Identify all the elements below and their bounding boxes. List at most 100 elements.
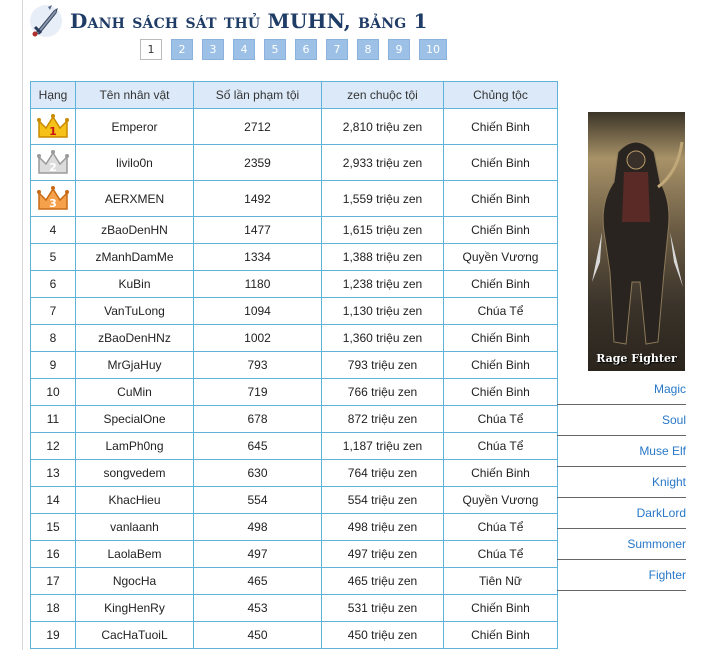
table-row: 13 songvedem 630 764 triệu zen Chiến Binh bbox=[30, 459, 558, 487]
svg-text:1: 1 bbox=[49, 125, 57, 138]
table-row: 5 zManhDamMe 1334 1,388 triệu zen Quyền Vươn… bbox=[30, 243, 558, 271]
crime-count-cell: 793 bbox=[193, 351, 322, 379]
race-cell: Chiến Binh bbox=[443, 270, 558, 298]
rank-cell: 14 bbox=[30, 486, 76, 514]
zen-cell: 2,810 triệu zen bbox=[321, 108, 444, 145]
race-cell: Chiến Binh bbox=[443, 621, 558, 649]
name-cell[interactable]: vanlaanh bbox=[75, 513, 194, 541]
page-link-2[interactable]: 2 bbox=[171, 39, 193, 60]
page-link-7[interactable]: 7 bbox=[326, 39, 348, 60]
page-link-10[interactable]: 10 bbox=[419, 39, 447, 60]
class-link-darklord[interactable]: DarkLord bbox=[557, 498, 686, 529]
table-row: 2 livilo0n 2359 2,933 triệu zen Chiến Binh bbox=[30, 144, 558, 181]
rank-cell: 9 bbox=[30, 351, 76, 379]
crime-count-cell: 2359 bbox=[193, 144, 322, 181]
killer-ranking-table: Hạng Tên nhân vật Số lần phạm tội zen ch… bbox=[30, 81, 558, 649]
rank-cell: 18 bbox=[30, 594, 76, 622]
table-row: 4 zBaoDenHN 1477 1,615 triệu zen Chiến Binh bbox=[30, 216, 558, 244]
zen-cell: 450 triệu zen bbox=[321, 621, 444, 649]
class-link-muse-elf[interactable]: Muse Elf bbox=[557, 436, 686, 467]
page-header: Danh sách sát thủ MUHN, bảng 1 bbox=[28, 2, 428, 40]
table-row: 12 LamPh0ng 645 1,187 triệu zen Chúa Tể bbox=[30, 432, 558, 460]
svg-text:2: 2 bbox=[49, 161, 57, 174]
rank-cell: 8 bbox=[30, 324, 76, 352]
zen-cell: 2,933 triệu zen bbox=[321, 144, 444, 181]
crime-count-cell: 1477 bbox=[193, 216, 322, 244]
zen-cell: 1,238 triệu zen bbox=[321, 270, 444, 298]
page-link-6[interactable]: 6 bbox=[295, 39, 317, 60]
name-cell[interactable]: zManhDamMe bbox=[75, 243, 194, 271]
page-link-5[interactable]: 5 bbox=[264, 39, 286, 60]
race-cell: Chiến Binh bbox=[443, 459, 558, 487]
zen-cell: 531 triệu zen bbox=[321, 594, 444, 622]
column-header-rank: Hạng bbox=[30, 81, 76, 109]
page-current: 1 bbox=[140, 39, 162, 60]
zen-cell: 872 triệu zen bbox=[321, 405, 444, 433]
name-cell[interactable]: VanTuLong bbox=[75, 297, 194, 325]
name-cell[interactable]: CacHaTuoiL bbox=[75, 621, 194, 649]
rank-cell: 17 bbox=[30, 567, 76, 595]
name-cell[interactable]: AERXMEN bbox=[75, 180, 194, 217]
race-cell: Chiến Binh bbox=[443, 324, 558, 352]
name-cell[interactable]: CuMin bbox=[75, 378, 194, 406]
crime-count-cell: 1002 bbox=[193, 324, 322, 352]
name-cell[interactable]: KuBin bbox=[75, 270, 194, 298]
name-cell[interactable]: NgocHa bbox=[75, 567, 194, 595]
rank-cell: 13 bbox=[30, 459, 76, 487]
crime-count-cell: 498 bbox=[193, 513, 322, 541]
race-cell: Chiến Binh bbox=[443, 108, 558, 145]
race-cell: Chiến Binh bbox=[443, 594, 558, 622]
page-link-3[interactable]: 3 bbox=[202, 39, 224, 60]
race-cell: Chúa Tể bbox=[443, 405, 558, 433]
column-header-crimes: Số lần phạm tội bbox=[193, 81, 322, 109]
class-link-summoner[interactable]: Summoner bbox=[557, 529, 686, 560]
name-cell[interactable]: songvedem bbox=[75, 459, 194, 487]
page-link-8[interactable]: 8 bbox=[357, 39, 379, 60]
table-row: 7 VanTuLong 1094 1,130 triệu zen Chúa Tể bbox=[30, 297, 558, 325]
race-cell: Chúa Tể bbox=[443, 432, 558, 460]
table-row: 17 NgocHa 465 465 triệu zen Tiên Nữ bbox=[30, 567, 558, 595]
name-cell[interactable]: zBaoDenHNz bbox=[75, 324, 194, 352]
left-border-line bbox=[22, 0, 23, 650]
name-cell[interactable]: zBaoDenHN bbox=[75, 216, 194, 244]
rage-fighter-image: Rage Fighter bbox=[588, 112, 685, 371]
zen-cell: 1,559 triệu zen bbox=[321, 180, 444, 217]
race-cell: Quyền Vương bbox=[443, 486, 558, 514]
zen-cell: 1,360 triệu zen bbox=[321, 324, 444, 352]
class-link-fighter[interactable]: Fighter bbox=[557, 560, 686, 591]
table-row: 15 vanlaanh 498 498 triệu zen Chúa Tể bbox=[30, 513, 558, 541]
page-link-9[interactable]: 9 bbox=[388, 39, 410, 60]
name-cell[interactable]: SpecialOne bbox=[75, 405, 194, 433]
pagination: 1 2 3 4 5 6 7 8 9 10 bbox=[140, 39, 456, 60]
zen-cell: 554 triệu zen bbox=[321, 486, 444, 514]
zen-cell: 1,130 triệu zen bbox=[321, 297, 444, 325]
table-row: 6 KuBin 1180 1,238 triệu zen Chiến Binh bbox=[30, 270, 558, 298]
class-link-knight[interactable]: Knight bbox=[557, 467, 686, 498]
name-cell[interactable]: LamPh0ng bbox=[75, 432, 194, 460]
name-cell[interactable]: Emperor bbox=[75, 108, 194, 145]
name-cell[interactable]: KingHenRy bbox=[75, 594, 194, 622]
rank-cell: 15 bbox=[30, 513, 76, 541]
race-cell: Chiến Binh bbox=[443, 144, 558, 181]
race-cell: Tiên Nữ bbox=[443, 567, 558, 595]
zen-cell: 1,388 triệu zen bbox=[321, 243, 444, 271]
class-link-magic[interactable]: Magic bbox=[557, 374, 686, 405]
name-cell[interactable]: LaolaBem bbox=[75, 540, 194, 568]
name-cell[interactable]: MrGjaHuy bbox=[75, 351, 194, 379]
name-cell[interactable]: livilo0n bbox=[75, 144, 194, 181]
rank-cell: 6 bbox=[30, 270, 76, 298]
zen-cell: 465 triệu zen bbox=[321, 567, 444, 595]
zen-cell: 1,187 triệu zen bbox=[321, 432, 444, 460]
page-link-4[interactable]: 4 bbox=[233, 39, 255, 60]
name-cell[interactable]: KhacHieu bbox=[75, 486, 194, 514]
class-link-soul[interactable]: Soul bbox=[557, 405, 686, 436]
crime-count-cell: 719 bbox=[193, 378, 322, 406]
rank-crown-icon: 2 bbox=[30, 144, 76, 181]
race-cell: Chiến Binh bbox=[443, 351, 558, 379]
crime-count-cell: 630 bbox=[193, 459, 322, 487]
zen-cell: 498 triệu zen bbox=[321, 513, 444, 541]
table-row: 10 CuMin 719 766 triệu zen Chiến Binh bbox=[30, 378, 558, 406]
rank-crown-icon: 1 bbox=[30, 108, 76, 145]
rank-cell: 5 bbox=[30, 243, 76, 271]
table-row: 8 zBaoDenHNz 1002 1,360 triệu zen Chiến Binh bbox=[30, 324, 558, 352]
